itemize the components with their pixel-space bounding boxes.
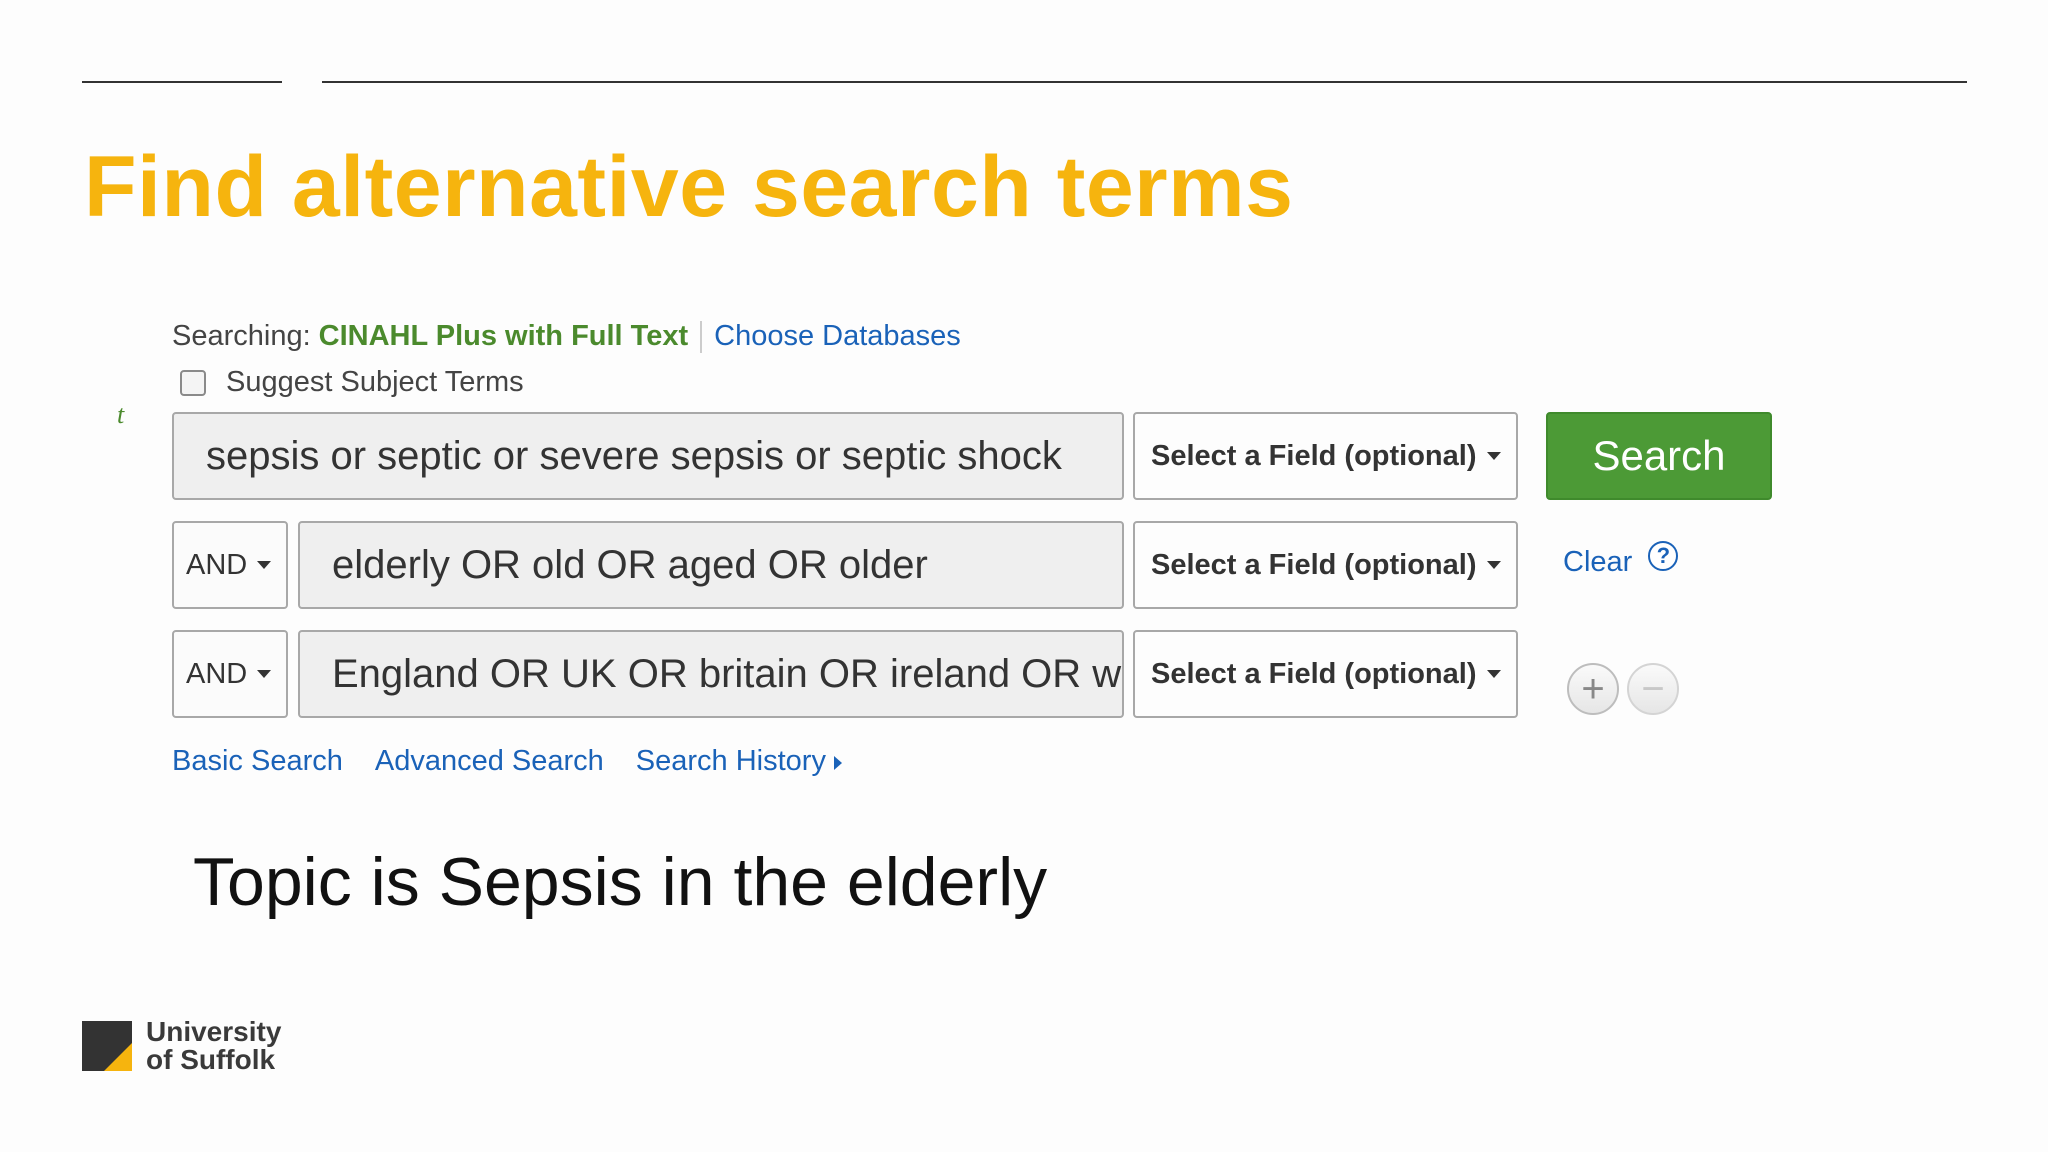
separator xyxy=(700,320,703,353)
search-row-3: AND England OR UK OR britain OR ireland … xyxy=(172,630,1518,718)
top-rule-left xyxy=(82,81,282,83)
field-select-label: Select a Field (optional) xyxy=(1151,548,1477,581)
choose-databases-link[interactable]: Choose Databases xyxy=(714,320,961,353)
boolean-operator-select-3[interactable]: AND xyxy=(172,630,288,718)
top-rule-right xyxy=(322,81,1967,83)
operator-label: AND xyxy=(186,657,248,690)
search-history-link[interactable]: Search History xyxy=(636,745,874,778)
field-select-label: Select a Field (optional) xyxy=(1151,439,1477,472)
clear-area: Clear ? xyxy=(1563,540,1679,579)
slide-title: Find alternative search terms xyxy=(84,139,1294,235)
add-row-button[interactable]: + xyxy=(1567,663,1619,715)
search-history-label: Search History xyxy=(635,745,826,777)
suggest-subject-terms[interactable]: Suggest Subject Terms xyxy=(180,366,524,399)
suggest-label: Suggest Subject Terms xyxy=(226,366,524,398)
boolean-operator-select-2[interactable]: AND xyxy=(172,521,288,609)
field-select-2[interactable]: Select a Field (optional) xyxy=(1133,521,1518,609)
help-icon[interactable]: ? xyxy=(1648,540,1679,571)
logo-text: University of Suffolk xyxy=(146,1018,281,1074)
remove-row-button[interactable]: − xyxy=(1627,663,1679,715)
field-select-3[interactable]: Select a Field (optional) xyxy=(1133,630,1518,718)
caret-down-icon xyxy=(257,561,272,569)
caret-down-icon xyxy=(1486,670,1501,678)
search-row-1: sepsis or septic or severe sepsis or sep… xyxy=(172,412,1518,500)
suggest-checkbox[interactable] xyxy=(180,369,206,396)
field-select-1[interactable]: Select a Field (optional) xyxy=(1133,412,1518,500)
caret-down-icon xyxy=(1486,561,1501,569)
logo-line-1: University xyxy=(146,1016,282,1047)
search-term-input-2[interactable]: elderly OR old OR aged OR older xyxy=(298,521,1124,609)
logo-mark-icon xyxy=(82,1021,132,1071)
search-term-input-1[interactable]: sepsis or septic or severe sepsis or sep… xyxy=(172,412,1124,500)
search-row-2: AND elderly OR old OR aged OR older Sele… xyxy=(172,521,1518,609)
search-term-input-3[interactable]: England OR UK OR britain OR ireland OR w… xyxy=(298,630,1124,718)
basic-search-link[interactable]: Basic Search xyxy=(172,745,343,778)
advanced-search-link[interactable]: Advanced Search xyxy=(375,745,604,778)
logo-line-2: of Suffolk xyxy=(146,1044,276,1075)
operator-label: AND xyxy=(186,548,248,581)
triangle-right-icon xyxy=(833,756,842,770)
stray-glyph: t xyxy=(117,400,125,429)
caret-down-icon xyxy=(1486,452,1501,460)
selected-database: CINAHL Plus with Full Text xyxy=(318,320,689,352)
search-mode-links: Basic Search Advanced Search Search Hist… xyxy=(172,745,874,778)
search-button[interactable]: Search xyxy=(1546,412,1772,500)
field-select-label: Select a Field (optional) xyxy=(1151,657,1477,690)
searching-label: Searching: xyxy=(172,320,311,352)
searching-bar: Searching: CINAHL Plus with Full Text Ch… xyxy=(172,320,961,353)
slide-caption: Topic is Sepsis in the elderly xyxy=(193,844,1048,920)
university-logo: University of Suffolk xyxy=(82,1018,281,1074)
clear-link[interactable]: Clear xyxy=(1563,546,1632,579)
caret-down-icon xyxy=(257,670,272,678)
